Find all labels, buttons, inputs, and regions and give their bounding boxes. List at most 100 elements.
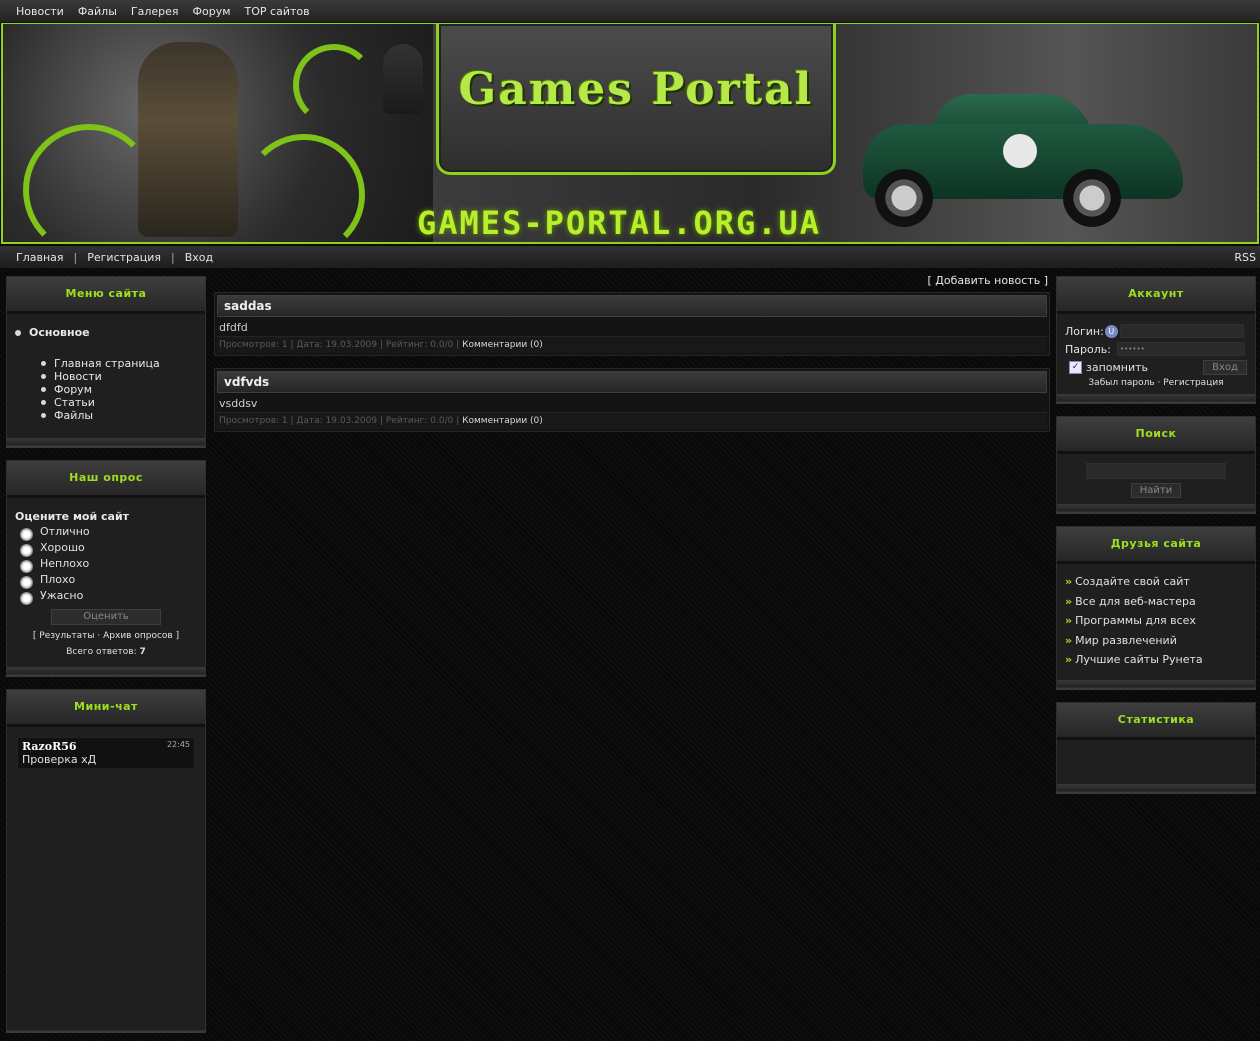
friend-link[interactable]: » Лучшие сайты Рунета	[1065, 650, 1247, 670]
account-links: Забыл пароль · Регистрация	[1088, 378, 1224, 388]
menu-item-articles[interactable]: Статьи	[41, 396, 197, 409]
checkbox-checked-icon[interactable]: ✓	[1069, 360, 1082, 374]
topnav-top-sites[interactable]: TOP сайтов	[245, 5, 310, 18]
block-title: Друзья сайта	[1057, 527, 1255, 564]
subnav-login[interactable]: Вход	[185, 251, 213, 264]
chevron-right-icon: »	[1065, 614, 1073, 628]
friend-link[interactable]: » Все для веб-мастера	[1065, 592, 1247, 612]
friends-block: Друзья сайта » Создайте свой сайт » Все дл…	[1056, 526, 1256, 688]
menu-item-files[interactable]: Файлы	[41, 409, 197, 422]
poll-block: Наш опрос Оцените мой сайт Отлично Хорош…	[6, 460, 206, 675]
search-block: Поиск Найти	[1056, 416, 1256, 512]
radio-button[interactable]	[20, 575, 33, 589]
menu-category[interactable]: Основное	[15, 326, 197, 339]
password-row: Пароль: ••••••	[1065, 340, 1247, 358]
site-domain: GAMES-PORTAL.ORG.UA	[417, 204, 822, 242]
comments-link[interactable]: Комментарии (0)	[462, 416, 543, 426]
soldier-figure	[138, 42, 238, 237]
topnav-forum[interactable]: Форум	[193, 5, 231, 18]
menu-list: Главная страница Новости Форум Статьи Фа…	[41, 357, 197, 422]
subnav-home[interactable]: Главная	[16, 251, 64, 264]
friend-link[interactable]: » Создайте свой сайт	[1065, 572, 1247, 592]
top-navigation: Новости Файлы Галерея Форум TOP сайтов	[0, 0, 1260, 23]
news-body: vsddsv	[219, 397, 258, 410]
radio-button[interactable]	[20, 591, 33, 605]
comments-link[interactable]: Комментарии (0)	[462, 340, 543, 350]
secondary-navigation: Главная | Регистрация | Вход RSS	[0, 246, 1260, 268]
poll-total: Всего ответов: 7	[66, 647, 146, 657]
poll-archive-link[interactable]: Архив опросов	[103, 631, 173, 641]
login-button[interactable]: Вход	[1203, 359, 1247, 375]
radio-button[interactable]	[20, 559, 33, 573]
friend-link[interactable]: » Программы для всех	[1065, 611, 1247, 631]
poll-question: Оцените мой сайт	[15, 510, 130, 523]
news-title[interactable]: vdfvds	[217, 371, 1047, 393]
register-link[interactable]: Регистрация	[1163, 378, 1223, 388]
main-content: [ Добавить новость ] saddas dfdfd Просмо…	[214, 274, 1050, 444]
menu-item-home[interactable]: Главная страница	[41, 357, 197, 370]
radio-button[interactable]	[20, 543, 33, 557]
friend-link[interactable]: » Мир развлечений	[1065, 631, 1247, 651]
bullet-icon	[41, 361, 46, 366]
login-input[interactable]	[1119, 324, 1244, 338]
poll-links: [ Результаты · Архив опросов ]	[32, 631, 180, 641]
radio-button[interactable]	[20, 527, 33, 541]
topnav-files[interactable]: Файлы	[78, 5, 117, 18]
header-banner: Games Portal GAMES-PORTAL.ORG.UA	[1, 23, 1259, 244]
poll-results-link[interactable]: Результаты	[39, 631, 94, 641]
subnav-register[interactable]: Регистрация	[87, 251, 161, 264]
bullet-icon	[41, 387, 46, 392]
bullet-icon	[41, 400, 46, 405]
block-title: Мини-чат	[7, 690, 205, 727]
add-news-link[interactable]: [ Добавить новость ]	[214, 274, 1048, 292]
left-column: Меню сайта Основное Главная страница Нов…	[6, 276, 206, 1041]
topnav-gallery[interactable]: Галерея	[131, 5, 179, 18]
search-input[interactable]	[1086, 463, 1226, 479]
logo-panel: Games Portal	[436, 24, 836, 175]
poll-option[interactable]: Хорошо	[15, 539, 197, 557]
rss-link[interactable]: RSS	[1234, 251, 1256, 264]
bullet-icon	[15, 329, 21, 336]
race-car-image	[863, 94, 1183, 227]
chevron-right-icon: »	[1065, 575, 1073, 589]
right-column: Аккаунт Логин: U Пароль: •••••• ✓ запомн…	[1056, 276, 1256, 802]
password-input[interactable]: ••••••	[1116, 342, 1245, 356]
news-entry: vdfvds vsddsv Просмотров: 1 | Дата: 19.0…	[214, 368, 1050, 432]
openid-icon[interactable]: U	[1104, 324, 1118, 338]
skull-decal	[1003, 134, 1037, 168]
gunman-figure	[383, 44, 423, 114]
poll-option[interactable]: Плохо	[15, 571, 197, 589]
forgot-password-link[interactable]: Забыл пароль	[1088, 378, 1154, 388]
poll-total-value: 7	[139, 647, 146, 657]
chat-username[interactable]: RazoR56	[22, 740, 190, 753]
block-title: Статистика	[1057, 702, 1255, 740]
site-menu-block: Меню сайта Основное Главная страница Нов…	[6, 276, 206, 446]
poll-option[interactable]: Ужасно	[15, 587, 197, 605]
vote-button[interactable]: Оценить	[51, 609, 161, 625]
topnav-news[interactable]: Новости	[16, 5, 64, 18]
block-title: Меню сайта	[7, 277, 205, 314]
vine-ornament	[23, 124, 155, 242]
bullet-icon	[41, 374, 46, 379]
chevron-right-icon: »	[1065, 653, 1073, 667]
chat-text: Проверка хД	[22, 753, 97, 766]
block-title: Наш опрос	[7, 461, 205, 498]
search-button[interactable]: Найти	[1131, 483, 1181, 498]
news-entry: saddas dfdfd Просмотров: 1 | Дата: 19.03…	[214, 292, 1050, 356]
block-title: Поиск	[1057, 417, 1255, 454]
statistics-block: Статистика	[1056, 701, 1256, 792]
chat-time: 22:45	[166, 740, 190, 749]
site-logo[interactable]: Games Portal	[439, 64, 833, 115]
news-title[interactable]: saddas	[217, 295, 1047, 317]
poll-option[interactable]: Неплохо	[15, 555, 197, 573]
menu-item-news[interactable]: Новости	[41, 370, 197, 383]
menu-item-forum[interactable]: Форум	[41, 383, 197, 396]
chat-message: RazoR56 22:45 Проверка хД	[17, 737, 195, 769]
poll-option[interactable]: Отлично	[15, 523, 197, 541]
block-title: Аккаунт	[1057, 277, 1255, 314]
bullet-icon	[41, 413, 46, 418]
login-row: Логин: U	[1065, 322, 1247, 340]
remember-row: ✓ запомнить Вход	[1065, 358, 1247, 376]
chevron-right-icon: »	[1065, 594, 1073, 608]
mini-chat-block: Мини-чат RazoR56 22:45 Проверка хД	[6, 689, 206, 1031]
